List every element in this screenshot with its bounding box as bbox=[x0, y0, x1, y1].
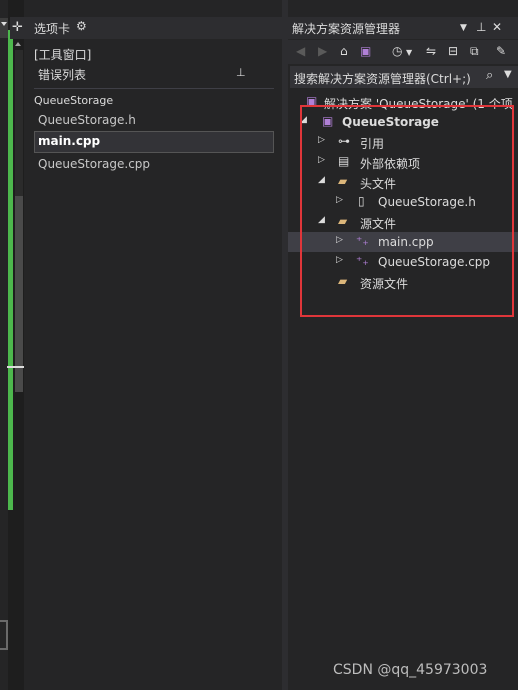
close-icon[interactable]: ✕ bbox=[492, 20, 502, 34]
highlight-annotation-box bbox=[300, 105, 514, 317]
scroll-thumb[interactable] bbox=[15, 196, 23, 392]
solution-explorer-title: 解决方案资源管理器 bbox=[292, 22, 401, 36]
search-placeholder: 搜索解决方案资源管理器(Ctrl+;) bbox=[294, 72, 471, 86]
collapse-all-icon[interactable]: ⊟ bbox=[448, 44, 458, 58]
chevron-down-icon[interactable]: ▼ bbox=[460, 23, 467, 33]
solution-explorer-toolbar: ◀ ▶ ⌂ ▣ ◷ ▼ ⇋ ⊟ ⧉ ✎ bbox=[288, 40, 518, 64]
sync-icon[interactable]: ⇋ bbox=[426, 44, 436, 58]
pin-icon[interactable]: ⊥ bbox=[476, 20, 486, 34]
left-dock-strip bbox=[0, 0, 8, 690]
move-icon[interactable]: ✛ bbox=[12, 20, 23, 35]
forward-icon[interactable]: ▶ bbox=[318, 44, 327, 58]
home-icon[interactable]: ⌂ bbox=[340, 44, 348, 58]
tab-queuestorage-h[interactable]: QueueStorage.h bbox=[38, 113, 136, 127]
back-icon[interactable]: ◀ bbox=[296, 44, 305, 58]
chevron-down-icon[interactable]: ▼ bbox=[504, 69, 512, 80]
dropdown-button[interactable] bbox=[0, 18, 8, 38]
tab-queuestorage-cpp[interactable]: QueueStorage.cpp bbox=[38, 157, 150, 171]
copy-icon[interactable]: ⧉ bbox=[470, 44, 479, 59]
switch-view-icon[interactable]: ▣ bbox=[360, 44, 371, 58]
search-input[interactable]: 搜索解决方案资源管理器(Ctrl+;) ⌕ ▼ bbox=[290, 66, 518, 88]
file-group-label: QueueStorage bbox=[34, 94, 114, 107]
watermark: CSDN @qq_45973003 bbox=[333, 662, 488, 678]
chevron-down-icon[interactable]: ▼ bbox=[406, 48, 412, 57]
history-icon[interactable]: ◷ bbox=[392, 44, 402, 58]
pin-icon[interactable]: ⊥ bbox=[236, 66, 246, 79]
scroll-up-icon[interactable] bbox=[15, 42, 21, 46]
divider bbox=[34, 88, 274, 89]
solution-explorer-titlebar: 解决方案资源管理器 ▼ ⊥ ✕ bbox=[288, 17, 518, 39]
wrench-icon[interactable]: ✎ bbox=[496, 44, 506, 58]
scroll-track[interactable] bbox=[15, 50, 23, 196]
tabs-panel-header: ✛ 选项卡 ⚙ bbox=[10, 17, 282, 39]
chevron-down-icon bbox=[1, 22, 7, 26]
tab-main-cpp[interactable]: main.cpp bbox=[38, 134, 100, 148]
tab-error-list[interactable]: 错误列表 bbox=[38, 66, 86, 83]
corner-box bbox=[0, 620, 8, 650]
solution-explorer: 解决方案资源管理器 ▼ ⊥ ✕ ◀ ▶ ⌂ ▣ ◷ ▼ ⇋ ⊟ ⧉ ✎ 搜索解决… bbox=[288, 0, 518, 690]
gear-icon[interactable]: ⚙ bbox=[76, 19, 87, 33]
tabs-panel-title: 选项卡 bbox=[34, 22, 71, 36]
scroll-position-marker bbox=[7, 366, 25, 368]
tool-window-group-label: [工具窗口] bbox=[34, 48, 92, 62]
tabs-panel: ✛ 选项卡 ⚙ [工具窗口] 错误列表 ⊥ QueueStorage Queue… bbox=[10, 0, 282, 690]
search-icon[interactable]: ⌕ bbox=[486, 68, 493, 83]
vertical-scrollbar[interactable] bbox=[7, 18, 25, 690]
